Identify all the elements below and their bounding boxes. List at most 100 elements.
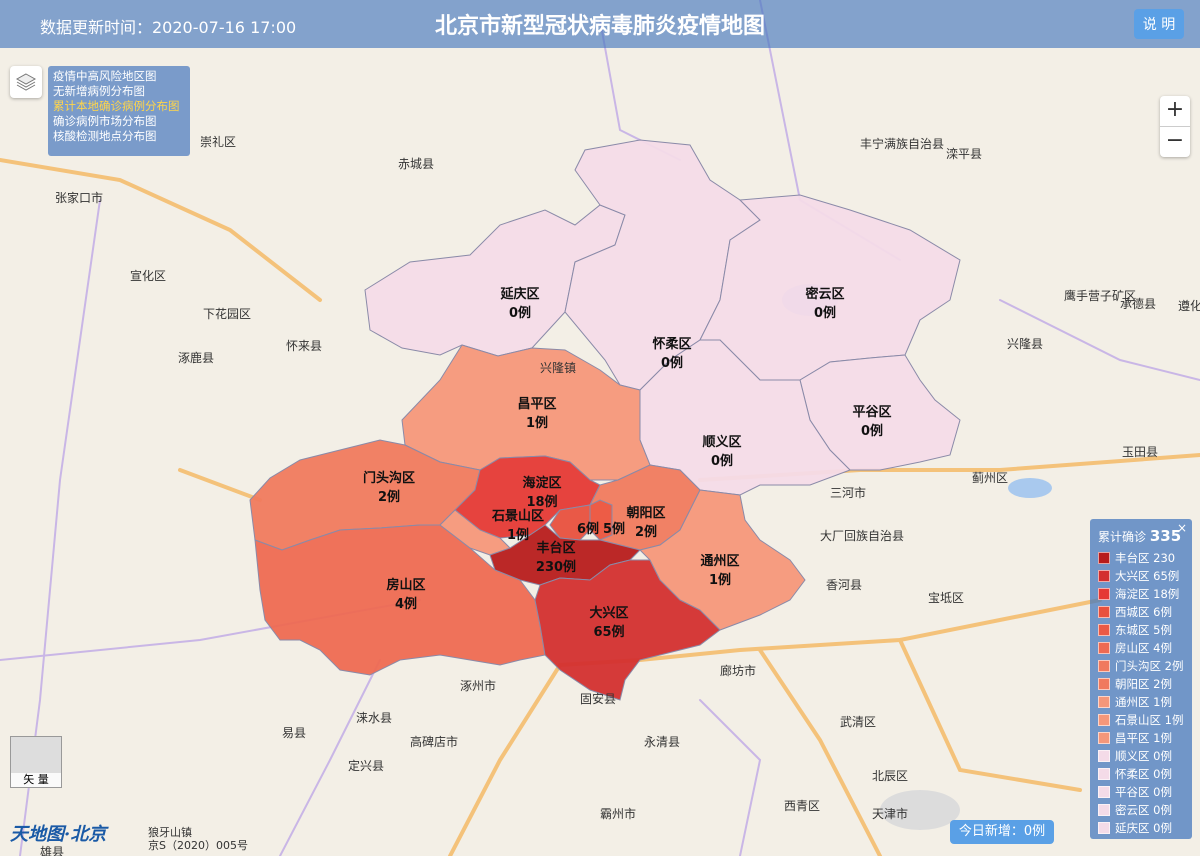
legend-swatch [1098,786,1110,798]
place-label: 蓟州区 [972,471,1008,485]
legend-label: 通州区 1例 [1115,695,1172,709]
legend-swatch [1098,642,1110,654]
district-count-label: 0例 [814,305,836,321]
district-count-label: 1例 [709,572,731,588]
legend-label: 门头沟区 2例 [1115,659,1184,673]
copyright-line-1: 狼牙山镇 [148,826,192,839]
dongcheng-count-label: 5例 [603,521,625,537]
place-label: 大厂回族自治县 [820,529,904,543]
zoom-out-button[interactable]: − [1160,127,1190,157]
today-new-button[interactable]: 今日新增：0例 [950,820,1054,844]
legend-item[interactable]: 海淀区 18例 [1098,585,1183,603]
place-label: 怀来县 [286,339,322,353]
place-label: 涿鹿县 [178,350,214,365]
place-label: 高碑店市 [410,734,458,749]
legend-title-label: 累计确诊 [1098,530,1147,544]
district-name-label: 石景山区 [491,508,544,524]
place-label: 易县 [282,726,306,740]
legend-label: 西城区 6例 [1115,605,1172,619]
district-name-label: 昌平区 [517,397,556,412]
layer-item-market[interactable]: 确诊病例市场分布图 [53,114,185,129]
layers-icon [15,73,37,91]
place-label: 兴隆镇 [540,360,576,375]
legend-item[interactable]: 房山区 4例 [1098,639,1183,657]
legend-close-button[interactable]: × [1177,521,1187,535]
legend-item[interactable]: 门头沟区 2例 [1098,657,1183,675]
district-name-label: 门头沟区 [363,470,415,486]
place-label: 西青区 [784,799,820,813]
basemap-switcher-label: 矢 量 [11,773,61,787]
legend-item[interactable]: 石景山区 1例 [1098,711,1183,729]
district-name-label: 通州区 [700,553,739,569]
legend-swatch [1098,552,1110,564]
place-label: 北辰区 [872,769,908,783]
legend-swatch [1098,822,1110,834]
place-label: 崇礼区 [200,134,236,149]
layer-menu: 疫情中高风险地区图 无新增病例分布图 累计本地确诊病例分布图 确诊病例市场分布图… [48,66,190,156]
legend-swatch [1098,678,1110,690]
layer-item-test-sites[interactable]: 核酸检测地点分布图 [53,129,185,144]
legend-item[interactable]: 平谷区 0例 [1098,783,1183,801]
place-label: 张家口市 [55,190,103,205]
layer-item-no-new[interactable]: 无新增病例分布图 [53,84,185,99]
xicheng-count-label: 6例 [577,521,599,537]
district-count-label: 0例 [661,355,683,371]
legend-item[interactable]: 怀柔区 0例 [1098,765,1183,783]
legend-item[interactable]: 顺义区 0例 [1098,747,1183,765]
legend-item[interactable]: 朝阳区 2例 [1098,675,1183,693]
place-label: 涿州市 [460,678,496,693]
place-label: 武清区 [840,715,876,729]
place-label: 赤城县 [398,157,434,171]
zoom-control: + − [1160,96,1190,157]
place-label: 鹰手营子矿区 [1064,288,1136,303]
district-name-label: 丰台区 [536,540,575,556]
place-label: 丰宁满族自治县 [860,136,944,151]
district-name-label: 大兴区 [589,605,628,621]
district-count-label: 230例 [536,559,576,575]
district-count-label: 2例 [378,489,400,505]
legend-swatch [1098,732,1110,744]
tianditu-logo: 天地图·北京 [10,824,107,845]
help-button[interactable]: 说 明 [1134,9,1184,39]
zoom-in-button[interactable]: + [1160,96,1190,127]
legend-label: 东城区 5例 [1115,623,1172,637]
district-count-label: 1例 [526,415,548,431]
legend-label: 房山区 4例 [1115,641,1172,655]
legend-swatch [1098,606,1110,618]
legend-label: 昌平区 1例 [1115,731,1172,745]
place-label: 宝坻区 [928,590,964,605]
place-label: 永清县 [644,735,680,749]
district-name-label: 延庆区 [499,286,539,302]
legend-item[interactable]: 大兴区 65例 [1098,567,1183,585]
legend-item[interactable]: 东城区 5例 [1098,621,1183,639]
place-label: 香河县 [826,578,862,592]
district-count-label: 4例 [395,596,417,612]
district-name-label: 朝阳区 [626,505,665,521]
legend-item[interactable]: 昌平区 1例 [1098,729,1183,747]
district-count-label: 1例 [507,527,529,543]
basemap-switcher[interactable]: 矢 量 [10,736,62,788]
place-label: 玉田县 [1122,445,1158,459]
place-label: 定兴县 [348,758,384,773]
legend-item[interactable]: 丰台区 230 [1098,549,1183,567]
legend-swatch [1098,624,1110,636]
legend-item[interactable]: 密云区 0例 [1098,801,1183,819]
legend-item[interactable]: 延庆区 0例 [1098,819,1183,837]
district-count-label: 0例 [861,423,883,439]
copyright-line-2: 京S（2020）005号 [148,839,248,852]
legend-item[interactable]: 通州区 1例 [1098,693,1183,711]
district-name-label: 海淀区 [522,475,561,491]
place-label: 宣化区 [130,268,166,283]
place-label: 遵化市 [1178,298,1200,313]
legend-item[interactable]: 西城区 6例 [1098,603,1183,621]
legend-swatch [1098,768,1110,780]
district-name-label: 房山区 [386,577,425,593]
layer-item-cumulative[interactable]: 累计本地确诊病例分布图 [53,99,185,114]
layers-button[interactable] [10,66,42,98]
legend-swatch [1098,660,1110,672]
legend-swatch [1098,570,1110,582]
update-time: 数据更新时间：2020-07-16 17:00 [40,18,297,37]
legend-label: 海淀区 18例 [1115,587,1180,601]
legend-swatch [1098,750,1110,762]
layer-item-risk[interactable]: 疫情中高风险地区图 [53,69,185,84]
